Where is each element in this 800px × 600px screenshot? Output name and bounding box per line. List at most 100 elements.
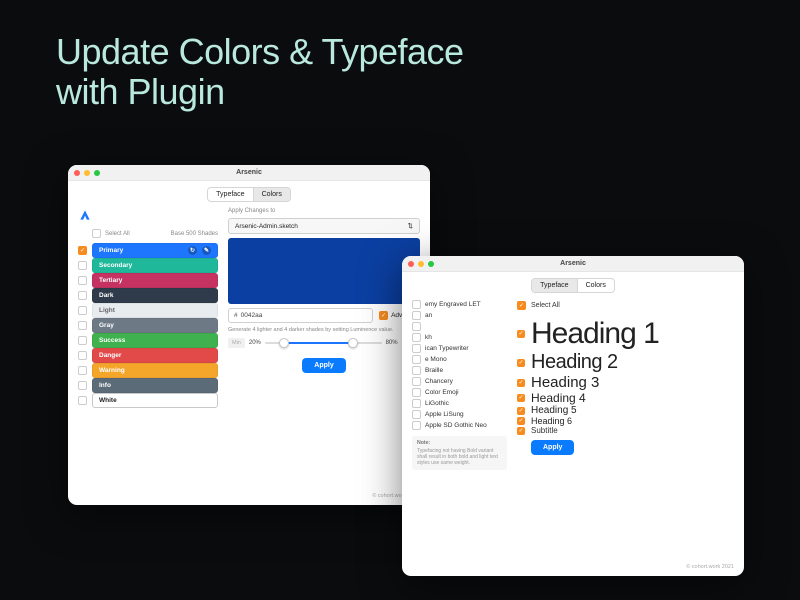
heading-item[interactable]: Heading 1 — [517, 317, 734, 351]
heading-styles-panel: Select All Heading 1Heading 2Heading 3He… — [517, 299, 734, 571]
swatch-danger[interactable]: Danger — [92, 348, 218, 363]
max-percent: 80% — [386, 340, 398, 346]
font-label: Apple LiSung — [425, 411, 464, 418]
heading-checkbox[interactable] — [517, 359, 525, 367]
select-all-checkbox[interactable] — [517, 301, 526, 310]
font-label: emy Engraved LET — [425, 301, 481, 308]
swatch-primary[interactable]: Primary ↻ ✎ — [92, 243, 218, 258]
swatch-label: White — [99, 397, 211, 404]
heading-checkbox[interactable] — [517, 407, 525, 415]
swatch-checkbox[interactable] — [78, 366, 87, 375]
swatch-checkbox[interactable] — [78, 246, 87, 255]
color-preview — [228, 238, 420, 304]
heading-checkbox[interactable] — [517, 427, 525, 435]
apply-button[interactable]: Apply — [531, 440, 574, 455]
heading-item[interactable]: Heading 2 — [517, 351, 734, 374]
swatch-checkbox[interactable] — [78, 336, 87, 345]
heading-item[interactable]: Subtitle — [517, 426, 734, 435]
tab-bar: Typeface Colors — [68, 181, 430, 206]
heading-checkbox[interactable] — [517, 379, 525, 387]
font-item[interactable]: an — [412, 310, 507, 321]
refresh-icon[interactable]: ↻ — [188, 246, 197, 255]
swatch-success[interactable]: Success — [92, 333, 218, 348]
swatch-label: Success — [99, 337, 211, 344]
font-checkbox[interactable] — [412, 322, 421, 331]
swatch-label: Primary — [99, 247, 183, 254]
font-item[interactable]: Chancery — [412, 376, 507, 387]
chevron-updown-icon: ⇅ — [408, 222, 413, 230]
select-all-checkbox[interactable] — [92, 229, 101, 238]
swatch-checkbox[interactable] — [78, 291, 87, 300]
hero-title: Update Colors & Typeface with Plugin — [56, 32, 464, 113]
edit-icon[interactable]: ✎ — [202, 246, 211, 255]
font-label: e Mono — [425, 356, 447, 363]
slider-thumb-max[interactable] — [348, 338, 358, 348]
swatch-checkbox[interactable] — [78, 306, 87, 315]
swatch-sidebar: Select All Base 500 Shades Primary↻✎Seco… — [78, 208, 218, 500]
swatch-secondary[interactable]: Secondary — [92, 258, 218, 273]
swatch-label: Dark — [99, 292, 211, 299]
font-checkbox[interactable] — [412, 311, 421, 320]
swatch-info[interactable]: Info — [92, 378, 218, 393]
swatch-checkbox[interactable] — [78, 261, 87, 270]
font-checkbox[interactable] — [412, 355, 421, 364]
swatch-dark[interactable]: Dark — [92, 288, 218, 303]
swatch-warning[interactable]: Warning — [92, 363, 218, 378]
note-box: Note: Typefacing not having Bold variant… — [412, 436, 507, 470]
font-item[interactable]: ican Typewriter — [412, 343, 507, 354]
font-checkbox[interactable] — [412, 410, 421, 419]
font-checkbox[interactable] — [412, 344, 421, 353]
font-checkbox[interactable] — [412, 399, 421, 408]
font-checkbox[interactable] — [412, 300, 421, 309]
min-button[interactable]: Min — [228, 338, 245, 348]
heading-label: Heading 3 — [531, 374, 599, 391]
font-label: Braille — [425, 367, 443, 374]
font-item[interactable]: e Mono — [412, 354, 507, 365]
heading-item[interactable]: Heading 3 — [517, 374, 734, 391]
apply-button[interactable]: Apply — [302, 358, 345, 373]
swatch-checkbox[interactable] — [78, 276, 87, 285]
font-item[interactable]: emy Engraved LET — [412, 299, 507, 310]
heading-label: Heading 1 — [531, 317, 659, 351]
window-title: Arsenic — [402, 260, 744, 267]
tab-colors[interactable]: Colors — [253, 188, 290, 201]
font-item[interactable]: Apple LiSung — [412, 409, 507, 420]
font-checkbox[interactable] — [412, 333, 421, 342]
swatch-checkbox[interactable] — [78, 321, 87, 330]
swatch-white[interactable]: White — [92, 393, 218, 408]
slider-thumb-min[interactable] — [279, 338, 289, 348]
font-list: emy Engraved LET an khican Typewriter e Mon… — [412, 299, 507, 571]
tab-typeface[interactable]: Typeface — [208, 188, 252, 201]
font-checkbox[interactable] — [412, 421, 421, 430]
font-checkbox[interactable] — [412, 377, 421, 386]
swatch-label: Light — [99, 307, 211, 314]
font-item[interactable]: LiGothic — [412, 398, 507, 409]
swatch-gray[interactable]: Gray — [92, 318, 218, 333]
app-logo-icon — [78, 208, 92, 222]
heading-checkbox[interactable] — [517, 417, 525, 425]
swatch-checkbox[interactable] — [78, 381, 87, 390]
font-item[interactable] — [412, 321, 507, 332]
luminence-slider[interactable]: Min 20% 80% Max — [228, 338, 420, 348]
font-item[interactable]: Color Emoji — [412, 387, 507, 398]
font-item[interactable]: kh — [412, 332, 507, 343]
advanced-checkbox[interactable] — [379, 311, 388, 320]
apply-to-label: Apply Changes to — [228, 208, 420, 214]
tab-colors[interactable]: Colors — [577, 279, 614, 292]
heading-checkbox[interactable] — [517, 394, 525, 402]
heading-item[interactable]: Heading 6 — [517, 416, 734, 426]
font-item[interactable]: Braille — [412, 365, 507, 376]
apply-to-select[interactable]: Arsenic-Admin.sketch ⇅ — [228, 218, 420, 234]
font-item[interactable]: Apple SD Gothic Neo — [412, 420, 507, 431]
heading-checkbox[interactable] — [517, 330, 525, 338]
font-checkbox[interactable] — [412, 388, 421, 397]
swatch-checkbox[interactable] — [78, 351, 87, 360]
tab-typeface[interactable]: Typeface — [532, 279, 576, 292]
font-checkbox[interactable] — [412, 366, 421, 375]
hex-input[interactable]: #0042aa — [228, 308, 373, 323]
swatch-tertiary[interactable]: Tertiary — [92, 273, 218, 288]
swatch-checkbox[interactable] — [78, 396, 87, 405]
heading-item[interactable]: Heading 4 — [517, 391, 734, 405]
swatch-light[interactable]: Light — [92, 303, 218, 318]
heading-item[interactable]: Heading 5 — [517, 405, 734, 416]
